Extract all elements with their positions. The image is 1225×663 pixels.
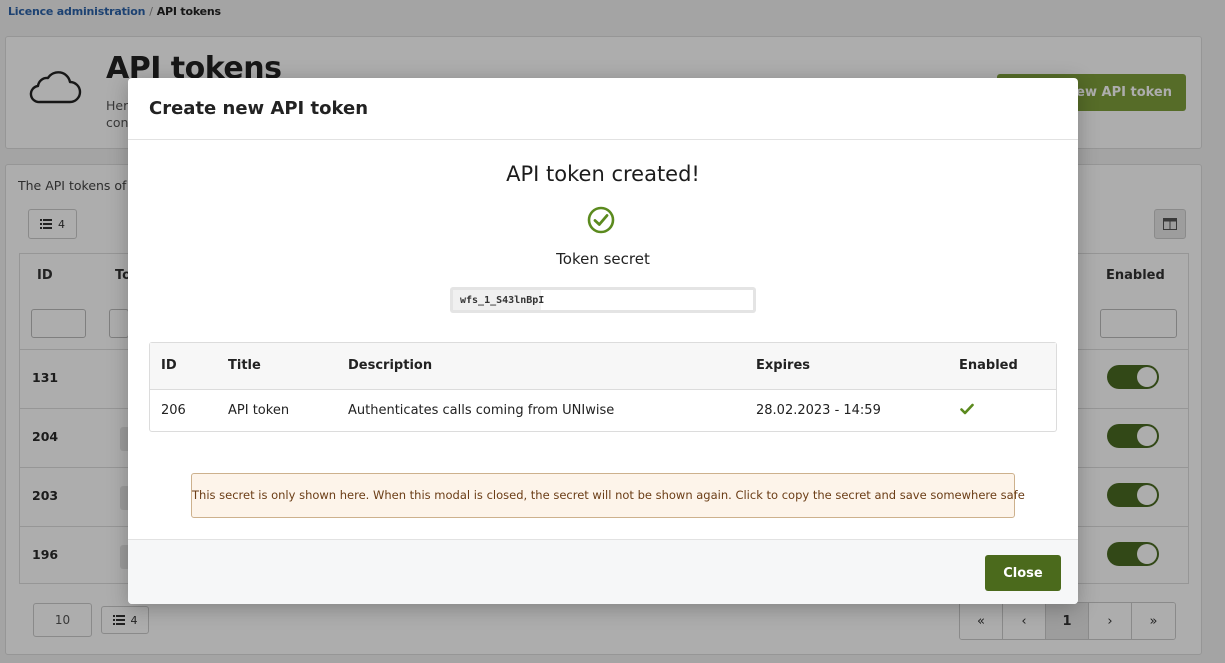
created-token-table: ID Title Description Expires Enabled 206… <box>149 342 1057 432</box>
close-button[interactable]: Close <box>985 555 1061 591</box>
header-id: ID <box>161 358 177 373</box>
header-enabled: Enabled <box>959 358 1018 373</box>
secret-warning-alert: This secret is only shown here. When thi… <box>191 473 1025 518</box>
modal-title: Create new API token <box>149 98 369 119</box>
header-expires: Expires <box>756 358 810 373</box>
cell-title: API token <box>228 403 290 418</box>
header-title: Title <box>228 358 261 373</box>
header-description: Description <box>348 358 433 373</box>
token-secret-input[interactable] <box>453 290 753 310</box>
success-message: API token created! <box>506 162 700 186</box>
cell-description: Authenticates calls coming from UNIwise <box>348 403 615 418</box>
modal-header: Create new API token <box>128 78 1078 140</box>
cell-expires: 28.02.2023 - 14:59 <box>756 403 881 418</box>
secret-field-wrapper <box>450 287 756 313</box>
check-circle-icon <box>587 206 615 234</box>
secret-label: Token secret <box>556 250 650 268</box>
modal-footer: Close <box>128 539 1078 604</box>
cell-id: 206 <box>161 403 186 418</box>
created-token-table-header <box>150 343 1056 390</box>
enabled-check-icon <box>960 403 974 415</box>
create-token-modal: Create new API token API token created! … <box>128 78 1078 604</box>
